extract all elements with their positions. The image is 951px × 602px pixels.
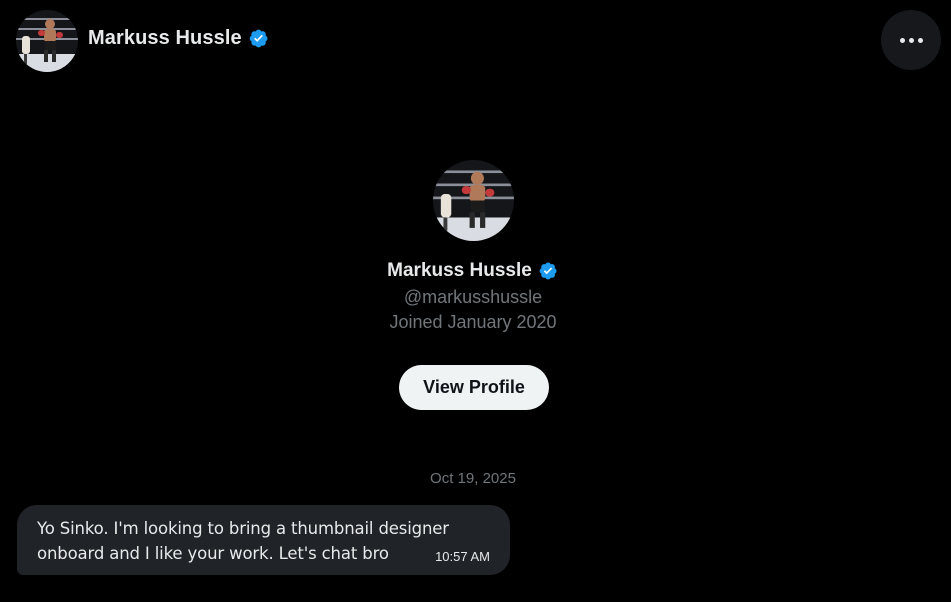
profile-display-name: Markuss Hussle [387, 260, 532, 281]
message-timestamp: 10:57 AM [435, 549, 490, 564]
header-avatar[interactable] [16, 10, 78, 72]
verified-badge-icon [538, 261, 559, 282]
header-display-name: Markuss Hussle [88, 27, 242, 49]
dm-conversation-page: Markuss Hussle Markuss Hussle @markusshu… [0, 0, 951, 602]
boxer-avatar-image [16, 10, 78, 72]
more-horizontal-icon [899, 37, 923, 43]
conversation-header: Markuss Hussle [0, 0, 951, 80]
header-name-row[interactable]: Markuss Hussle [88, 27, 269, 50]
received-message-bubble[interactable]: Yo Sinko. I'm looking to bring a thumbna… [17, 505, 510, 575]
profile-name-row: Markuss Hussle [0, 260, 946, 282]
profile-avatar[interactable] [433, 160, 514, 241]
message-text: Yo Sinko. I'm looking to bring a thumbna… [37, 519, 449, 563]
profile-joined-date: Joined January 2020 [389, 312, 557, 332]
more-options-button[interactable] [881, 10, 941, 70]
date-separator: Oct 19, 2025 [430, 470, 516, 487]
view-profile-button[interactable]: View Profile [399, 365, 549, 410]
verified-badge-icon [248, 28, 269, 49]
profile-handle: @markusshussle [403, 287, 543, 307]
boxer-avatar-image [433, 160, 514, 241]
